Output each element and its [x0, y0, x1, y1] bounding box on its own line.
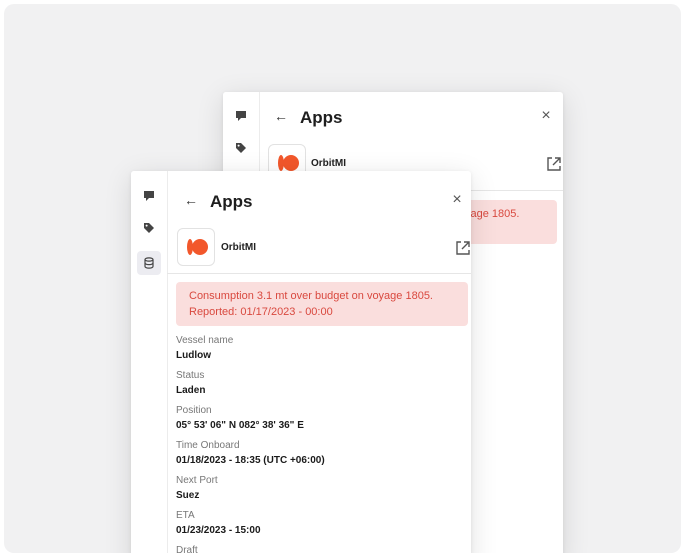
background-stage: ← Apps × OrbitMI yage 1805. ← Apps × Orb…	[4, 4, 681, 553]
back-arrow-icon[interactable]: ←	[271, 106, 291, 126]
field-value-time-onboard: 01/18/2023 - 18:35 (UTC +06:00)	[176, 455, 325, 466]
field-label-next-port: Next Port	[176, 475, 218, 486]
field-label-eta: ETA	[176, 510, 195, 521]
external-link-icon[interactable]	[546, 156, 562, 172]
field-label-vessel-name: Vessel name	[176, 335, 234, 346]
alert-banner: Consumption 3.1 mt over budget on voyage…	[176, 282, 468, 326]
alert-reported-time: Reported: 01/17/2023 - 00:00	[189, 306, 333, 318]
database-icon[interactable]	[137, 251, 161, 275]
app-name: OrbitMI	[311, 158, 346, 169]
side-rail	[131, 171, 168, 553]
comment-icon[interactable]	[137, 184, 161, 208]
field-value-vessel-name: Ludlow	[176, 350, 211, 361]
field-value-position: 05° 53' 06" N 082° 38' 36" E	[176, 420, 304, 431]
panel-title: Apps	[210, 192, 253, 211]
orbitmi-logo	[177, 228, 215, 266]
divider	[167, 273, 471, 274]
close-icon[interactable]: ×	[536, 106, 556, 126]
apps-panel-front: ← Apps × OrbitMI Consumption 3.1 mt over…	[131, 171, 471, 553]
alert-message: Consumption 3.1 mt over budget on voyage…	[189, 290, 433, 302]
field-label-time-onboard: Time Onboard	[176, 440, 240, 451]
comment-icon[interactable]	[229, 104, 253, 128]
close-icon[interactable]: ×	[447, 190, 467, 210]
field-value-status: Laden	[176, 385, 206, 396]
tag-icon[interactable]	[229, 136, 253, 160]
field-label-status: Status	[176, 370, 205, 381]
external-link-icon[interactable]	[455, 240, 471, 256]
tag-icon[interactable]	[137, 216, 161, 240]
field-label-position: Position	[176, 405, 212, 416]
field-value-eta: 01/23/2023 - 15:00	[176, 525, 261, 536]
field-value-next-port: Suez	[176, 490, 200, 501]
panel-title: Apps	[300, 108, 343, 127]
app-name: OrbitMI	[221, 242, 256, 253]
back-arrow-icon[interactable]: ←	[181, 190, 201, 210]
field-label-draft: Draft	[176, 545, 198, 553]
